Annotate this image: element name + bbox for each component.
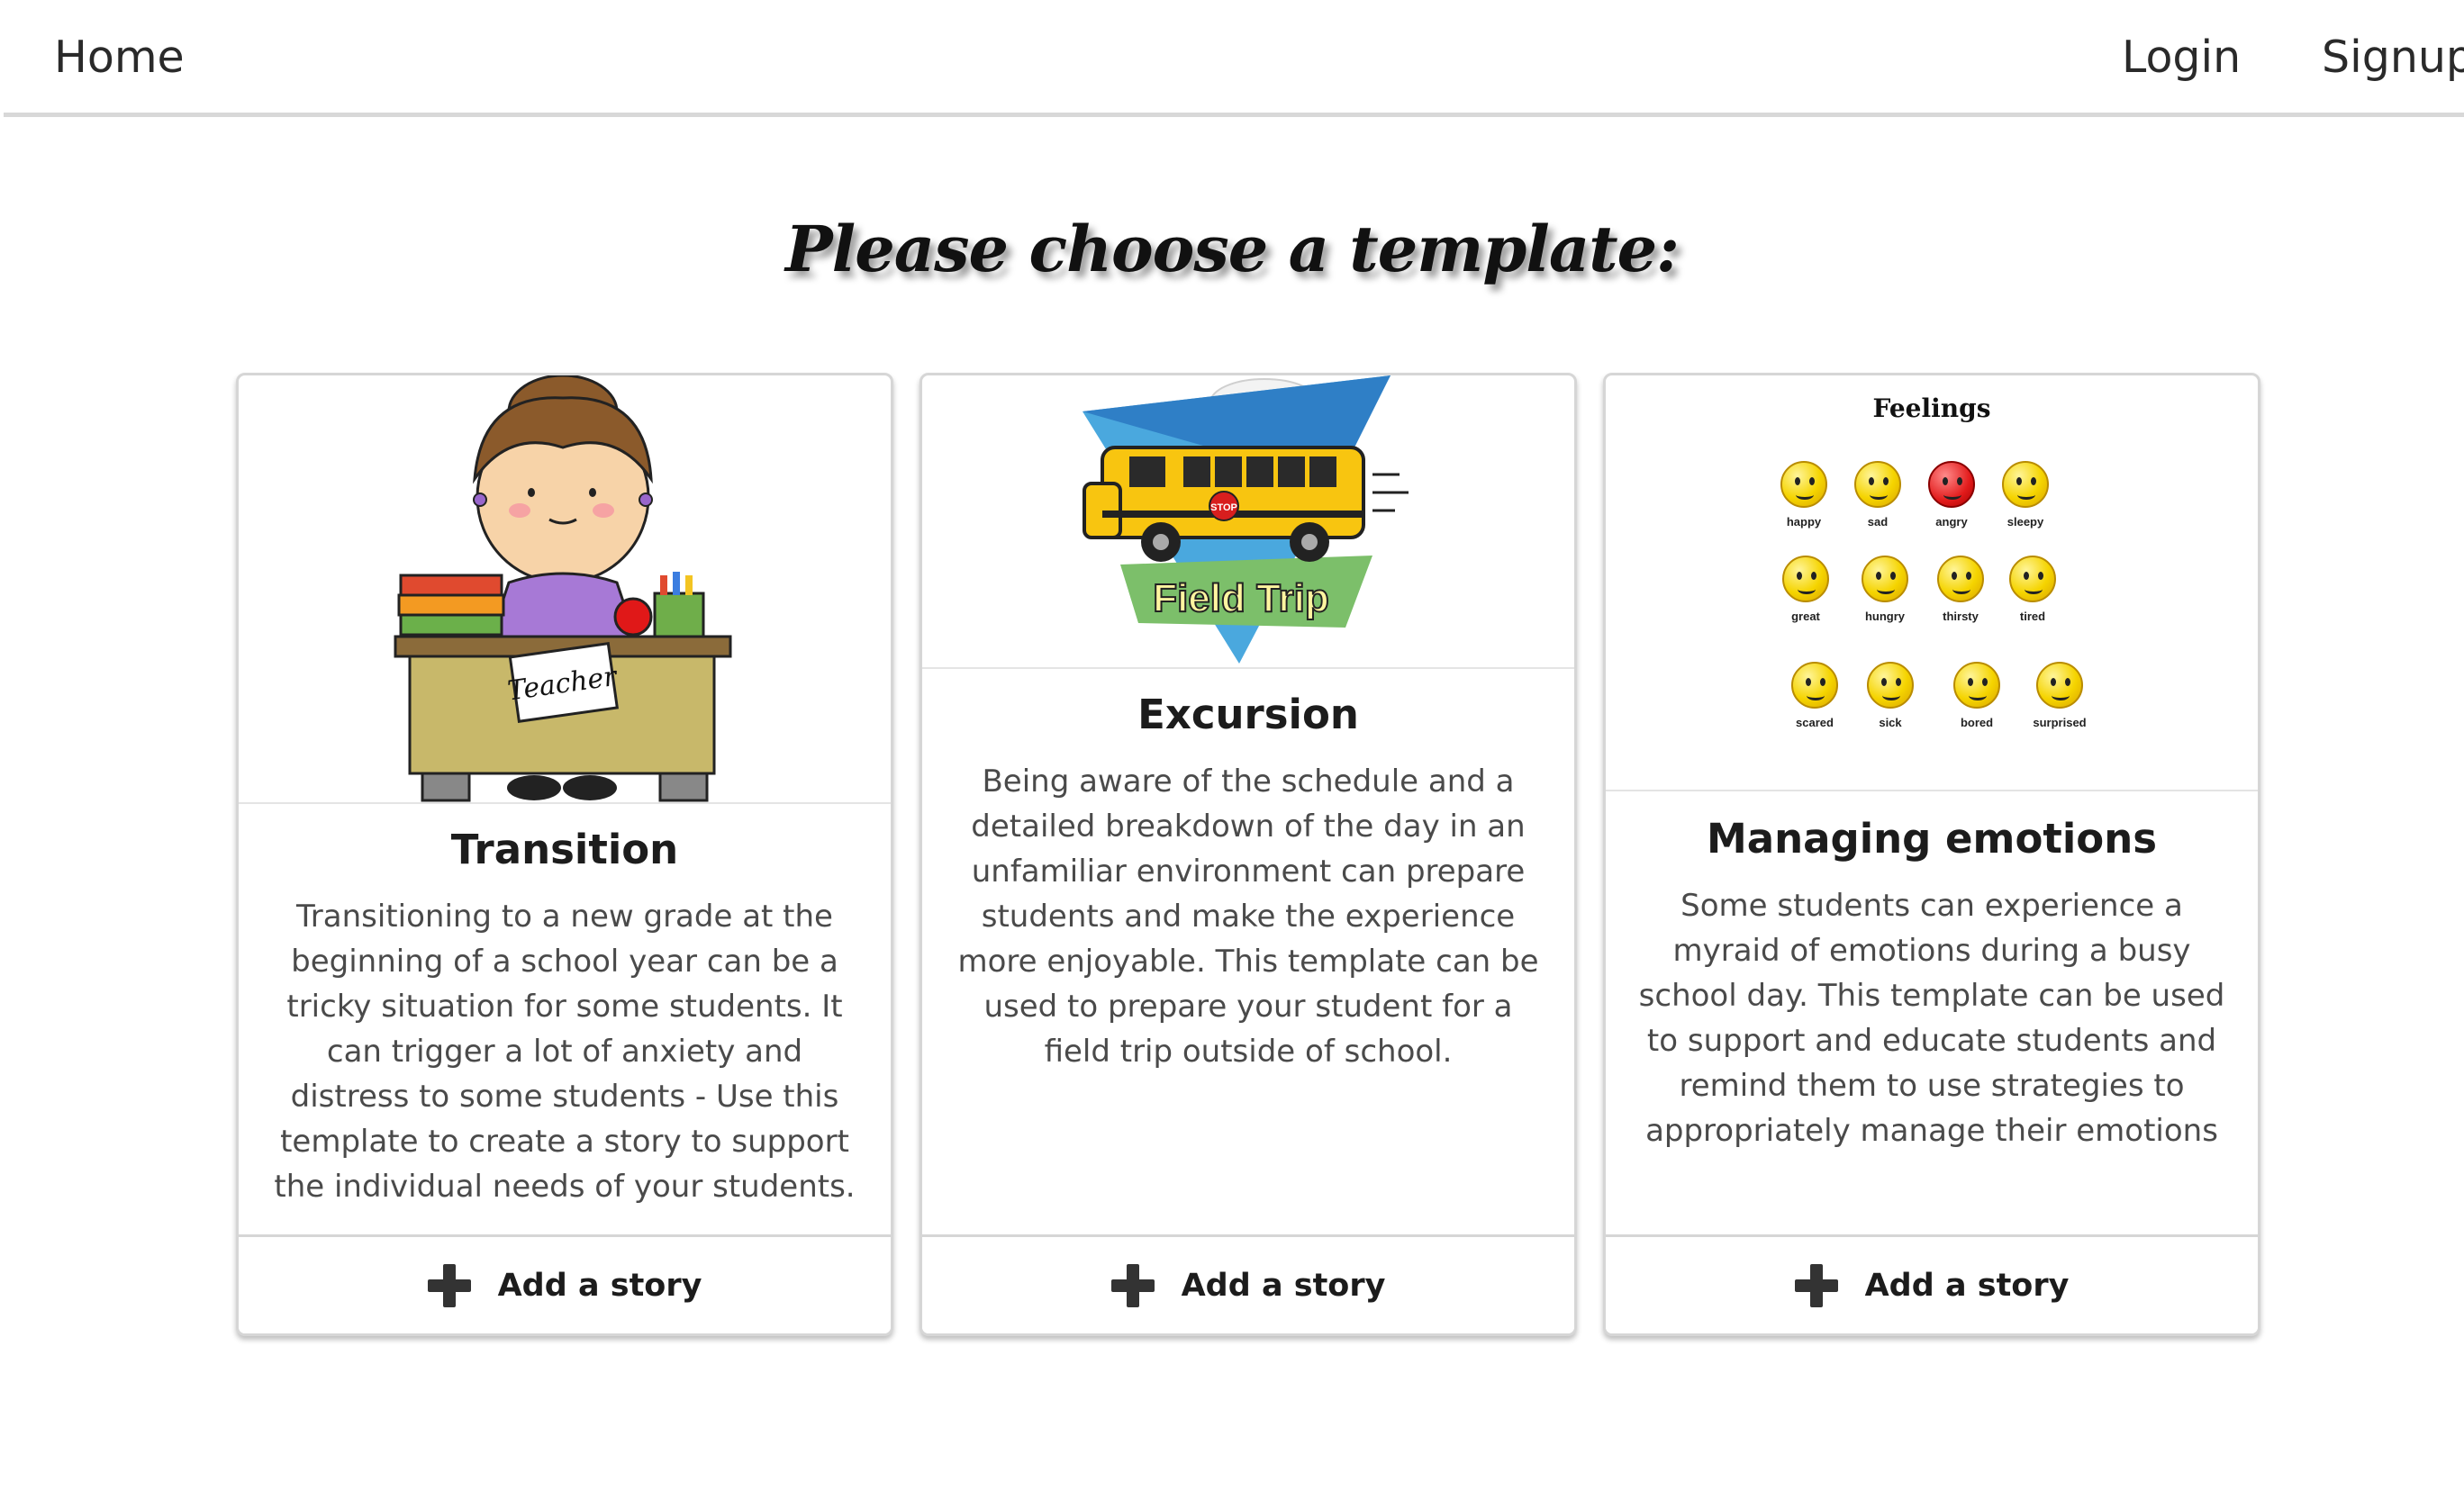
feeling-sleepy: sleepy — [1971, 461, 2079, 529]
template-card-transition: Teacher Transition Transitioning to a ne… — [236, 373, 893, 1336]
feeling-tired: tired — [1979, 556, 2087, 623]
nav-login-link[interactable]: Login — [2122, 27, 2241, 88]
add-story-label: Add a story — [497, 1267, 702, 1304]
hungry-face-icon — [1862, 556, 1908, 602]
card-title: Managing emotions — [1706, 815, 2158, 863]
feeling-surprised: surprised — [2006, 662, 2114, 729]
feeling-label: sleepy — [2007, 515, 2044, 529]
feelings-chart-illustration: Feelings happy sad angry sleepy great hungry t… — [1606, 375, 2258, 791]
add-story-button[interactable]: Add a story — [922, 1234, 1574, 1333]
template-card-excursion: STOP Field Trip Excursion Being aware of… — [919, 373, 1577, 1336]
thirsty-face-icon — [1937, 556, 1984, 602]
field-trip-illustration: STOP Field Trip — [922, 375, 1574, 669]
stop-sign-label: STOP — [1210, 502, 1237, 513]
teacher-illustration: Teacher — [239, 375, 891, 804]
nav-home-link[interactable]: Home — [54, 27, 185, 88]
card-title: Transition — [450, 826, 679, 873]
card-description: Transitioning to a new grade at the begi… — [274, 899, 856, 1205]
feeling-label: tired — [2019, 610, 2046, 623]
add-story-button[interactable]: Add a story — [239, 1234, 891, 1333]
card-description: Some students can experience a myraid of… — [1638, 888, 2225, 1149]
sad-face-icon — [1854, 461, 1901, 508]
add-story-label: Add a story — [1181, 1267, 1386, 1304]
nav-signup-link[interactable]: Signup — [2322, 27, 2464, 88]
field-trip-banner-label: Field Trip — [1153, 576, 1329, 620]
surprised-face-icon — [2036, 662, 2083, 709]
great-face-icon — [1782, 556, 1829, 602]
top-navbar: Home Login Signup — [4, 0, 2464, 117]
happy-face-icon — [1780, 461, 1827, 508]
add-story-label: Add a story — [1864, 1267, 2070, 1304]
add-story-button[interactable]: Add a story — [1606, 1234, 2258, 1333]
plus-icon — [427, 1263, 471, 1307]
tired-face-icon — [2009, 556, 2056, 602]
sleepy-face-icon — [2002, 461, 2049, 508]
bored-face-icon — [1953, 662, 2000, 709]
feeling-label: surprised — [2033, 716, 2087, 729]
card-title: Excursion — [1137, 691, 1359, 738]
plus-icon — [1794, 1263, 1838, 1307]
scared-face-icon — [1791, 662, 1838, 709]
template-card-managing-emotions: Feelings happy sad angry sleepy great hungry t… — [1603, 373, 2260, 1336]
feelings-chart-title: Feelings — [1872, 393, 1991, 423]
sick-face-icon — [1867, 662, 1914, 709]
plus-icon — [1110, 1263, 1155, 1307]
card-description: Being aware of the schedule and a detail… — [957, 764, 1539, 1070]
page-title: Please choose a template: — [785, 212, 1680, 286]
angry-face-icon — [1928, 461, 1975, 508]
